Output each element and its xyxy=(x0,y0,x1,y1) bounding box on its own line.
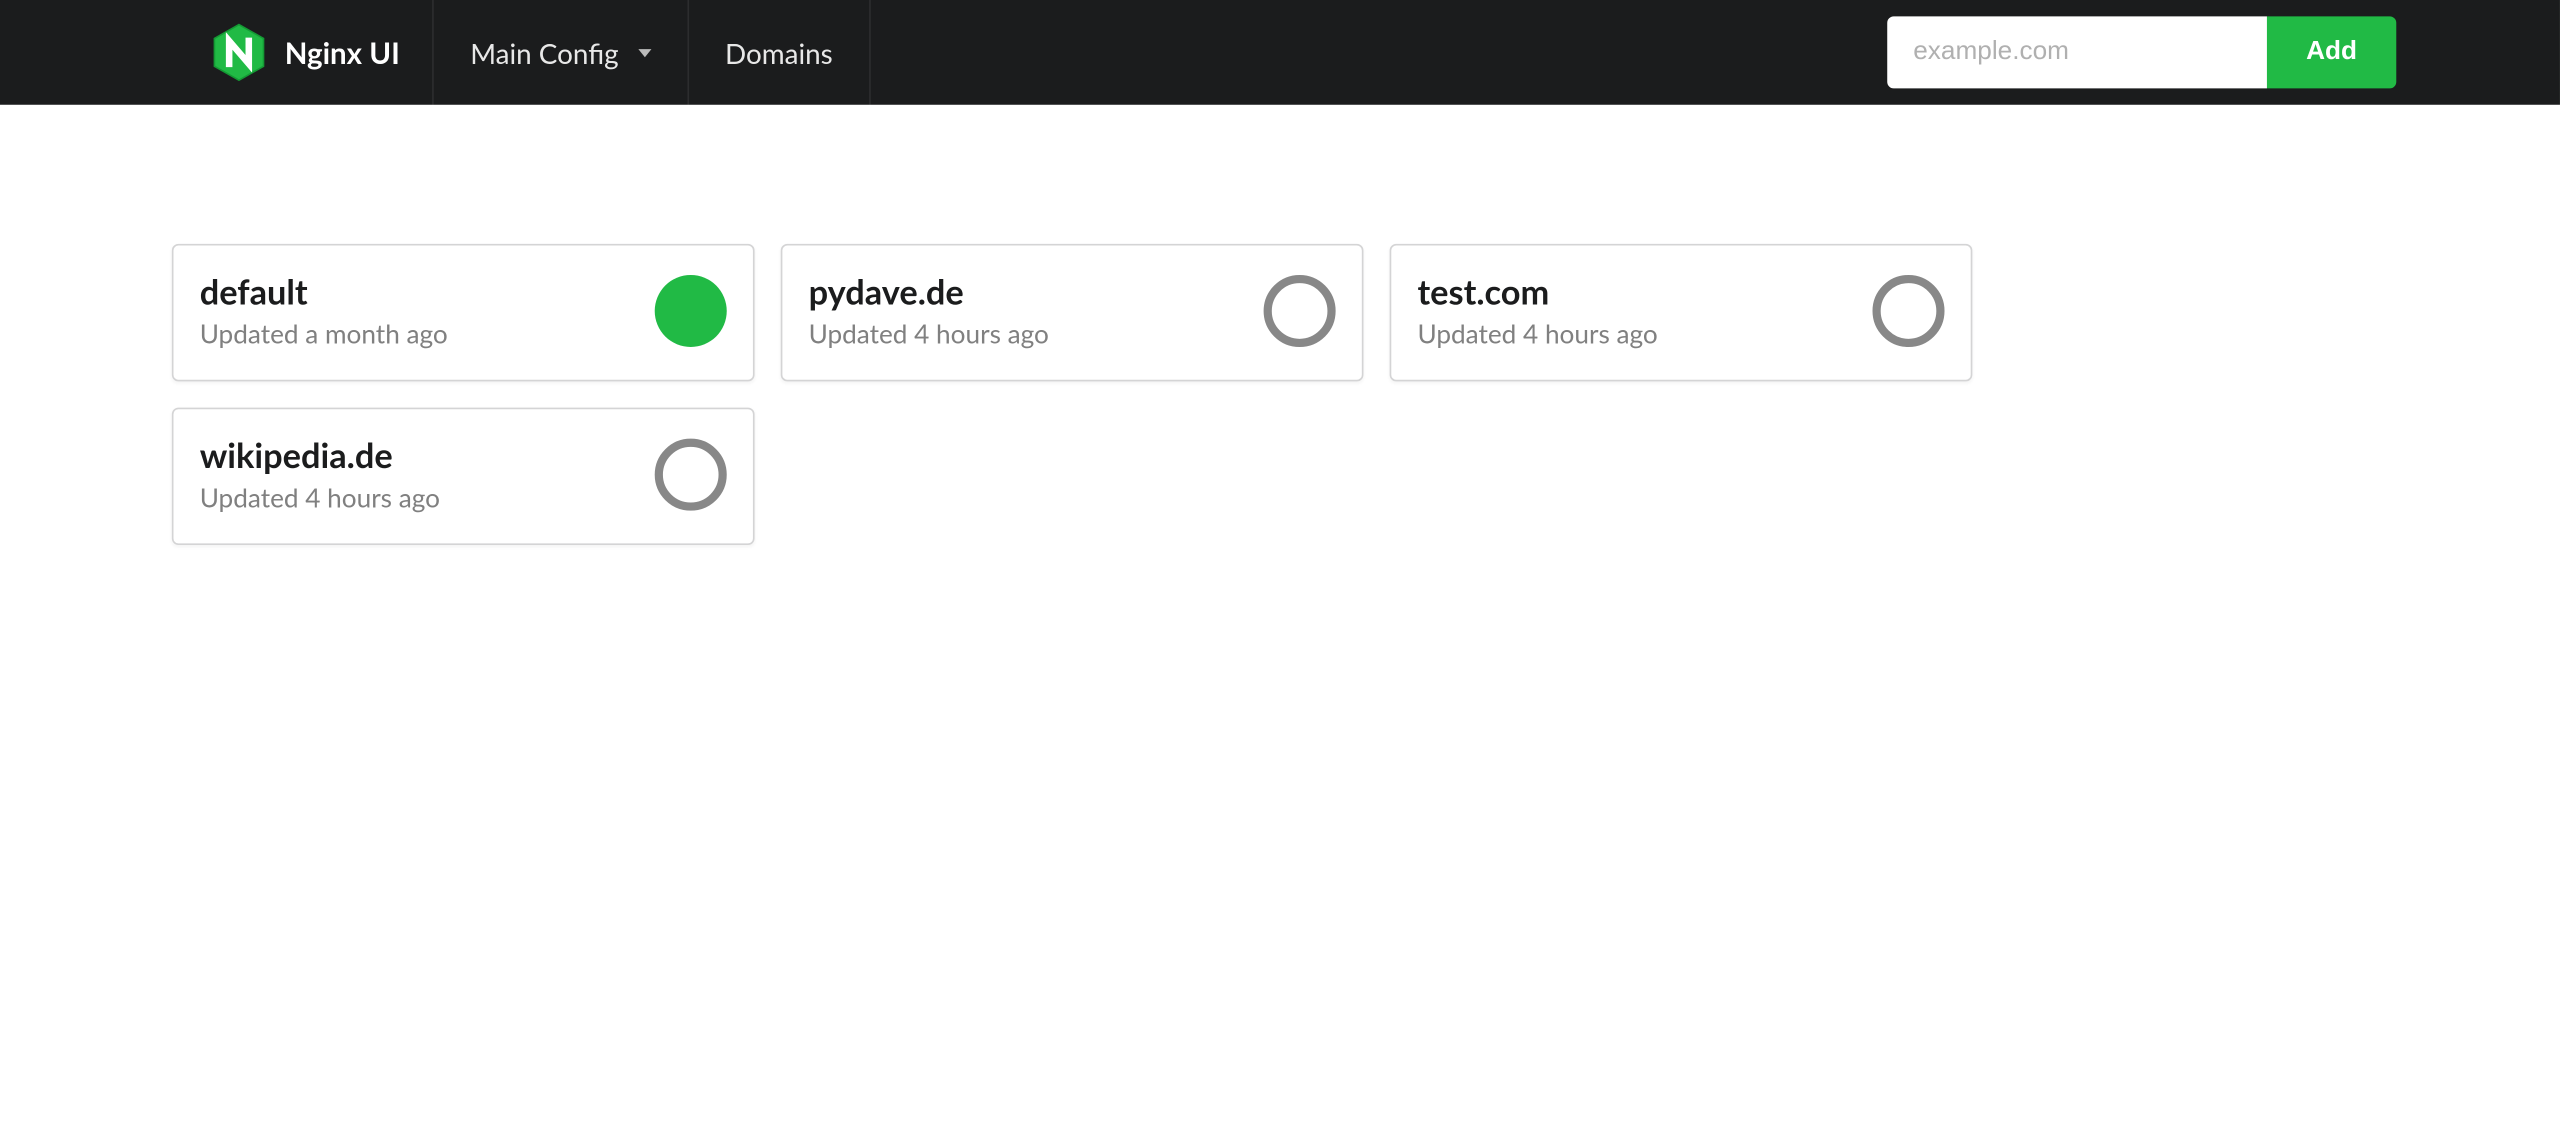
domain-card[interactable]: test.com Updated 4 hours ago xyxy=(1390,244,1973,381)
domain-updated: Updated 4 hours ago xyxy=(809,319,1049,350)
navbar: Nginx UI Main Config Domains Add xyxy=(0,0,2560,105)
add-domain-group: Add xyxy=(1887,0,2560,105)
content: default Updated a month ago pydave.de Updat… xyxy=(0,105,2560,611)
nav-main-config-label: Main Config xyxy=(470,35,618,69)
status-active-icon[interactable] xyxy=(655,275,727,347)
status-inactive-icon[interactable] xyxy=(1264,275,1336,347)
nav-domains-label: Domains xyxy=(725,35,833,69)
add-domain-input[interactable] xyxy=(1887,16,2267,88)
brand-title: Nginx UI xyxy=(285,34,400,70)
domain-updated: Updated 4 hours ago xyxy=(200,483,440,514)
domain-updated: Updated a month ago xyxy=(200,319,448,350)
domain-cards: default Updated a month ago pydave.de Updat… xyxy=(172,244,2388,545)
domain-name: test.com xyxy=(1417,272,1657,313)
domain-card[interactable]: wikipedia.de Updated 4 hours ago xyxy=(172,408,755,545)
domain-name: default xyxy=(200,272,448,313)
nav-main-config[interactable]: Main Config xyxy=(434,0,689,105)
domain-card[interactable]: default Updated a month ago xyxy=(172,244,755,381)
nginx-hex-icon xyxy=(213,23,265,82)
domain-card-info: test.com Updated 4 hours ago xyxy=(1417,272,1657,351)
domain-card-info: pydave.de Updated 4 hours ago xyxy=(809,272,1049,351)
domain-name: pydave.de xyxy=(809,272,1049,313)
brand[interactable]: Nginx UI xyxy=(0,0,434,105)
nav-domains[interactable]: Domains xyxy=(689,0,870,105)
status-inactive-icon[interactable] xyxy=(655,439,727,511)
nav-spacer xyxy=(870,0,1887,105)
domain-name: wikipedia.de xyxy=(200,435,440,476)
domain-card[interactable]: pydave.de Updated 4 hours ago xyxy=(781,244,1364,381)
domain-card-info: default Updated a month ago xyxy=(200,272,448,351)
domain-card-info: wikipedia.de Updated 4 hours ago xyxy=(200,435,440,514)
domain-updated: Updated 4 hours ago xyxy=(1417,319,1657,350)
status-inactive-icon[interactable] xyxy=(1872,275,1944,347)
add-domain-button[interactable]: Add xyxy=(2267,16,2396,88)
